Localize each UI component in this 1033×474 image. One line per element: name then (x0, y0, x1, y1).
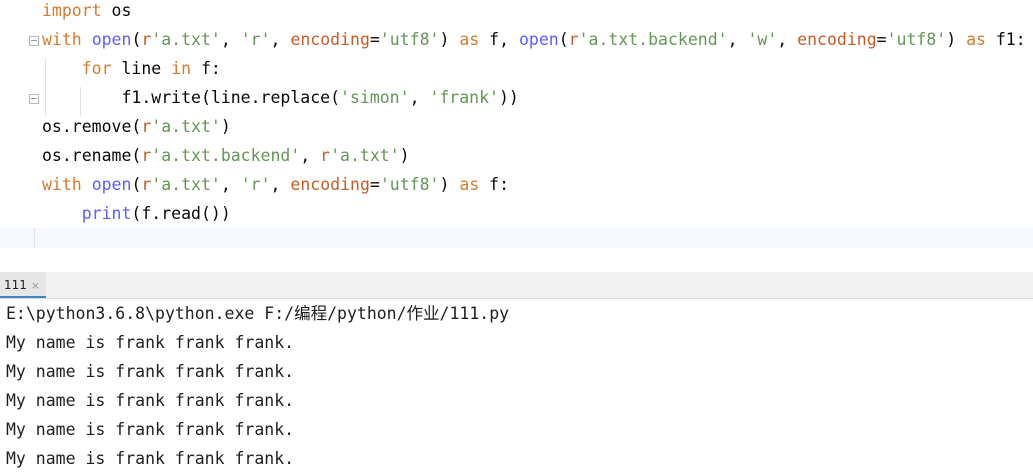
code-token: ) (946, 30, 967, 49)
code-line[interactable]: for line in f: (42, 54, 221, 83)
code-token: = (369, 30, 380, 49)
code-token: ( (131, 30, 142, 49)
run-console-output[interactable]: E:\python3.6.8\python.exe F:/编程/python/作… (0, 299, 1033, 474)
code-token: ) (220, 117, 231, 136)
code-line[interactable]: with open(r'a.txt', 'r', encoding='utf8'… (42, 170, 509, 199)
console-output-line: My name is frank frank frank. (6, 333, 295, 352)
code-token: os (101, 1, 132, 20)
close-icon[interactable]: × (31, 279, 40, 292)
code-line[interactable]: with open(r'a.txt', 'r', encoding='utf8'… (42, 25, 1026, 54)
code-token: f: (191, 59, 221, 78)
tab-run-111[interactable]: 111 × (0, 272, 47, 298)
code-token: 'w' (747, 30, 778, 49)
code-token: 'a.txt.backend' (578, 30, 728, 49)
code-token: 'r' (240, 30, 271, 49)
code-token: f1.write(line.replace( (42, 88, 341, 107)
console-command-line: E:\python3.6.8\python.exe F:/编程/python/作… (6, 304, 510, 323)
current-line-highlight (0, 228, 1033, 248)
console-output-line: My name is frank frank frank. (6, 420, 295, 439)
code-token: , (220, 175, 241, 194)
code-token: as (459, 175, 480, 194)
code-token: f, (479, 30, 519, 49)
code-token: open (518, 30, 559, 49)
code-token: os.remove( (42, 117, 142, 136)
code-token: open (91, 175, 132, 194)
code-token: r (568, 30, 579, 49)
code-token: = (369, 175, 380, 194)
code-token: 'utf8' (379, 175, 440, 194)
code-token: import (42, 1, 102, 20)
code-token: r (320, 146, 331, 165)
code-token: 'a.txt.backend' (151, 146, 301, 165)
code-token: f1: (985, 30, 1026, 49)
console-output-line: My name is frank frank frank. (6, 391, 295, 410)
code-token: , (777, 30, 798, 49)
code-line[interactable]: os.rename(r'a.txt.backend', r'a.txt') (42, 141, 410, 170)
code-token: print (81, 204, 132, 223)
code-token: ( (131, 175, 142, 194)
code-token: encoding (290, 30, 370, 49)
code-token: , (270, 30, 291, 49)
code-token: ) (439, 30, 460, 49)
run-tool-window-tabs: 111 × (0, 272, 1033, 299)
code-token: , (409, 88, 430, 107)
fold-open-icon[interactable] (29, 36, 39, 46)
code-token: encoding (290, 175, 370, 194)
code-token: ( (558, 30, 569, 49)
code-token: , (220, 30, 241, 49)
code-token: open (91, 30, 132, 49)
code-token: encoding (797, 30, 877, 49)
code-token: 'utf8' (886, 30, 947, 49)
code-token: as (459, 30, 480, 49)
tab-label: 111 (4, 278, 27, 292)
code-token: ) (439, 175, 460, 194)
code-token: 'a.txt' (151, 175, 221, 194)
code-token: 'simon' (340, 88, 410, 107)
code-token: for (81, 59, 112, 78)
fold-close-icon[interactable] (29, 94, 39, 104)
run-toolbar-spacer (0, 248, 1033, 272)
code-token: 'a.txt' (151, 117, 221, 136)
console-output-line: My name is frank frank frank. (6, 449, 295, 468)
code-token: 'r' (240, 175, 271, 194)
code-token: with (42, 175, 82, 194)
code-token: r (141, 146, 152, 165)
code-token: r (141, 30, 152, 49)
code-token: os.rename( (42, 146, 142, 165)
code-token: (f.read()) (131, 204, 231, 223)
code-token: r (141, 175, 152, 194)
code-line[interactable]: import os (42, 0, 131, 25)
code-token: ) (399, 146, 410, 165)
code-token: 'frank' (429, 88, 499, 107)
code-token: as (966, 30, 986, 49)
code-token: 'a.txt' (330, 146, 400, 165)
code-editor[interactable]: import os with open(r'a.txt', 'r', encodi… (0, 0, 1033, 248)
code-token: , (270, 175, 291, 194)
code-token: f: (479, 175, 510, 194)
code-token: , (727, 30, 748, 49)
code-token: r (141, 117, 152, 136)
code-token: )) (498, 88, 519, 107)
console-output-line: My name is frank frank frank. (6, 362, 295, 381)
code-token: in (171, 59, 192, 78)
code-line[interactable]: os.remove(r'a.txt') (42, 112, 231, 141)
code-token: 'a.txt' (151, 30, 221, 49)
code-token: line (111, 59, 172, 78)
code-token: = (876, 30, 887, 49)
code-token: , (300, 146, 321, 165)
code-token: with (42, 30, 82, 49)
indent-guide (34, 228, 35, 248)
code-line[interactable]: f1.write(line.replace('simon', 'frank')) (42, 83, 519, 112)
code-token: 'utf8' (379, 30, 440, 49)
code-line[interactable]: print(f.read()) (42, 199, 231, 228)
